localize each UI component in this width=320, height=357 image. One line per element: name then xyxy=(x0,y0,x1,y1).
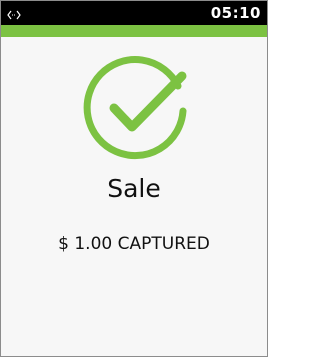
status-clock: 05:10 xyxy=(210,4,261,22)
status-bar: 05:10 xyxy=(1,1,267,25)
transaction-type-title: Sale xyxy=(107,174,161,203)
payment-result-screen: 05:10 Sale $ 1.00 CAPTURED xyxy=(0,0,268,357)
success-check-icon xyxy=(81,56,191,166)
captured-amount-text: $ 1.00 CAPTURED xyxy=(58,234,210,254)
accent-bar xyxy=(1,25,267,37)
bidirectional-arrows-icon xyxy=(7,6,21,20)
